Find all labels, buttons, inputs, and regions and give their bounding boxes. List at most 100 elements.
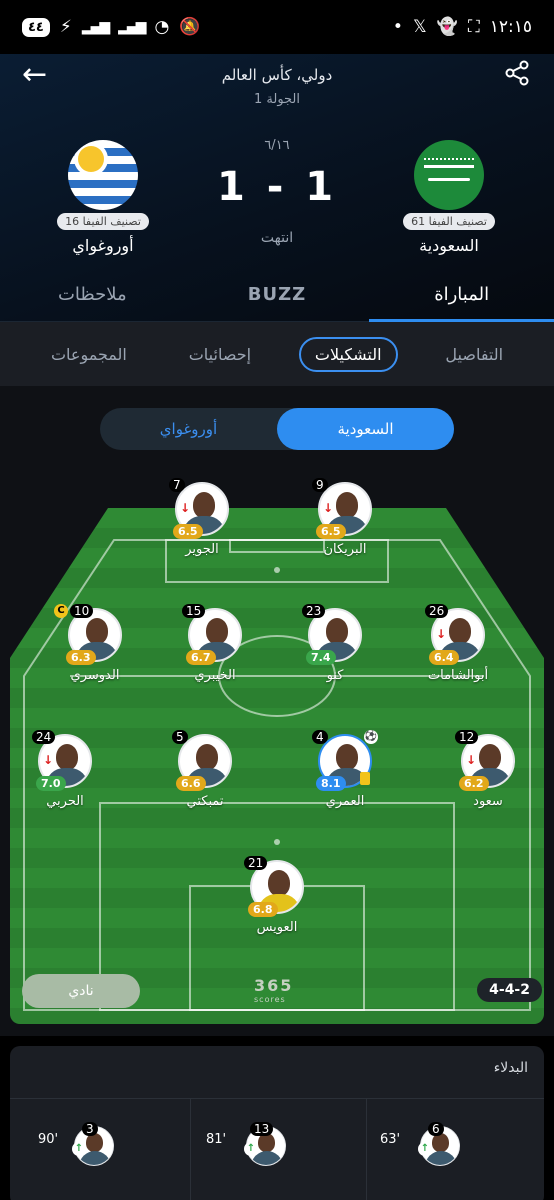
tab-notes[interactable]: ملاحظات — [0, 270, 185, 321]
subtab-groups[interactable]: المجموعات — [37, 339, 141, 370]
player-number: 21 — [244, 856, 268, 870]
player-card[interactable]: 21 6.8 العويس — [222, 856, 332, 935]
wifi-icon: ◔ — [154, 17, 170, 37]
player-card[interactable]: 12 ↓ 6.2 سعود — [433, 730, 543, 809]
player-number: 13 — [250, 1122, 274, 1136]
player-name: العويس — [256, 920, 298, 935]
player-card[interactable]: 24 ↓ 7.0 الحربي — [10, 730, 120, 809]
player-number: 6 — [428, 1122, 444, 1136]
player-rating: 6.5 — [316, 524, 346, 539]
clock: ١٢:١٥ — [489, 17, 532, 37]
player-name: سعود — [473, 794, 503, 809]
subbed-on-icon: ↑ — [418, 1142, 432, 1156]
player-number: 9 — [312, 478, 328, 492]
bench-panel: البدلاء 63' 6 ↑ 81' 13 ↑ 90' 3 ↑ — [10, 1046, 544, 1200]
formation-label: 4-4-2 — [477, 978, 542, 1002]
away-fifa-rank: تصنيف الفيفا 16 — [57, 213, 149, 230]
player-number: 3 — [82, 1122, 98, 1136]
player-name: تمبكتي — [186, 794, 224, 809]
battery-indicator: ٤٤ — [22, 17, 50, 37]
x-app-icon: 𝕏 — [412, 17, 427, 37]
subtab-details[interactable]: التفاصيل — [431, 339, 517, 370]
player-rating: 6.4 — [429, 650, 459, 665]
sub-minute: 90' — [38, 1132, 59, 1147]
charging-icon: ⚡ — [59, 17, 72, 37]
sub-tabs: التفاصيل التشكيلات إحصائيات المجموعات — [0, 322, 554, 386]
main-tabs: المباراة BUZZ ملاحظات — [0, 270, 554, 322]
screen-record-icon: ⛶ — [467, 17, 480, 37]
player-rating: 7.0 — [36, 776, 66, 791]
player-rating: 6.7 — [186, 650, 216, 665]
divider — [366, 1098, 367, 1200]
status-right: • 𝕏 👻 ⛶ ١٢:١٥ — [393, 17, 532, 37]
away-team-name: أوروغواي — [72, 236, 134, 255]
subtab-stats[interactable]: إحصائيات — [175, 339, 265, 370]
tab-buzz[interactable]: BUZZ — [185, 270, 370, 321]
player-rating: 6.6 — [176, 776, 206, 791]
bench-player[interactable]: 90' 3 ↑ — [38, 1122, 134, 1166]
player-card[interactable]: 9 ↓ 6.5 البريكان — [290, 478, 400, 557]
divider — [190, 1098, 191, 1200]
subbed-on-icon: ↑ — [244, 1142, 258, 1156]
player-rating: 7.4 — [306, 650, 336, 665]
player-name: الحربي — [46, 794, 84, 809]
player-card[interactable]: 15 6.7 الخيبري — [160, 604, 270, 683]
player-name: البريكان — [323, 542, 367, 557]
player-number: 10 — [70, 604, 94, 618]
subbed-off-icon: ↓ — [177, 500, 193, 516]
sub-minute: 63' — [380, 1132, 401, 1147]
subbed-off-icon: ↓ — [40, 752, 56, 768]
tab-match[interactable]: المباراة — [369, 270, 554, 322]
toggle-away[interactable]: أوروغواي — [100, 408, 277, 450]
player-card[interactable]: 26 ↓ 6.4 أبوالشامات — [403, 604, 513, 683]
goal-icon: ⚽ — [364, 730, 378, 744]
home-fifa-rank: تصنيف الفيفا 61 — [403, 213, 495, 230]
bench-player[interactable]: 63' 6 ↑ — [380, 1122, 480, 1166]
competition-name[interactable]: دولي، كأس العالم — [0, 66, 554, 84]
player-name: العمري — [325, 794, 365, 809]
brand-logo: 365 scores — [254, 976, 293, 1004]
player-number: 26 — [425, 604, 449, 618]
player-card[interactable]: 5 6.6 تمبكتي — [150, 730, 260, 809]
player-card[interactable]: C 10 6.3 الدوسري — [40, 604, 150, 683]
brand-sub: scores — [254, 995, 286, 1004]
player-card[interactable]: 4 ⚽ 8.1 العمري — [290, 730, 400, 809]
lineup-panel: أوروغواي السعودية 9 ↓ 6.5 البريكان 7 ↓ 6… — [0, 386, 554, 1036]
player-rating: 6.5 — [173, 524, 203, 539]
player-name: الجوير — [185, 542, 219, 557]
signal-2-icon: ▂▄▆ — [118, 19, 146, 35]
captain-badge: C — [54, 604, 68, 618]
player-rating: 6.3 — [66, 650, 96, 665]
toggle-home[interactable]: السعودية — [277, 408, 454, 450]
dot-icon: • — [392, 17, 403, 37]
player-number: 24 — [32, 730, 56, 744]
round-label: الجولة 1 — [253, 92, 301, 107]
player-number: 7 — [169, 478, 185, 492]
status-left: ٤٤ ⚡ ▂▄▆ ▂▄▆ ◔ 🔕 — [22, 17, 200, 37]
away-team[interactable]: تصنيف الفيفا 16 أوروغواي — [28, 140, 178, 255]
subtab-lineups[interactable]: التشكيلات — [298, 336, 398, 372]
status-bar: ٤٤ ⚡ ▂▄▆ ▂▄▆ ◔ 🔕 • 𝕏 👻 ⛶ ١٢:١٥ — [0, 0, 554, 54]
subbed-off-icon: ↓ — [463, 752, 479, 768]
uruguay-flag-icon — [68, 140, 138, 210]
divider — [10, 1098, 544, 1099]
subbed-off-icon: ↓ — [433, 626, 449, 642]
player-rating: 6.8 — [248, 902, 278, 917]
player-number: 12 — [455, 730, 479, 744]
bench-player[interactable]: 81' 13 ↑ — [206, 1122, 306, 1166]
team-toggle: أوروغواي السعودية — [100, 408, 454, 450]
signal-icon: ▂▄▆ — [81, 19, 110, 35]
bench-title: البدلاء — [493, 1060, 528, 1076]
brand-number: 365 — [254, 976, 294, 995]
player-card[interactable]: 7 ↓ 6.5 الجوير — [147, 478, 257, 557]
club-button[interactable]: نادي — [22, 974, 140, 1008]
player-card[interactable]: 23 7.4 كنو — [280, 604, 390, 683]
player-number: 23 — [302, 604, 326, 618]
yellow-card-icon — [360, 772, 370, 785]
player-name: الدوسري — [70, 668, 120, 683]
player-name: كنو — [326, 668, 344, 683]
player-number: 4 — [312, 730, 328, 744]
subbed-on-icon: ↑ — [72, 1142, 86, 1156]
player-name: أبوالشامات — [427, 668, 489, 683]
subbed-off-icon: ↓ — [320, 500, 336, 516]
